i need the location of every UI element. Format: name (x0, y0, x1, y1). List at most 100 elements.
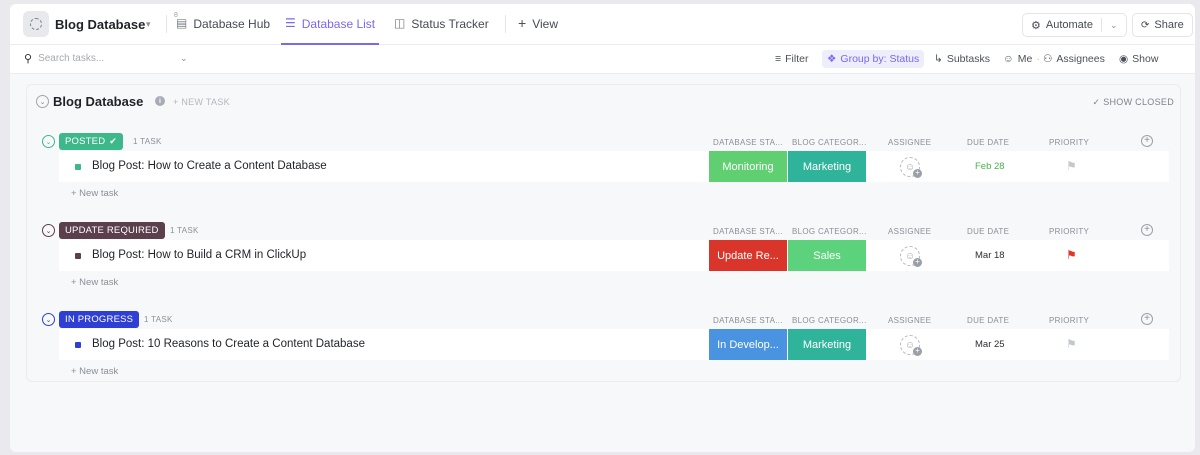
filter-icon: ≡ (775, 53, 782, 65)
priority-flag-icon[interactable]: ⚑ (1066, 159, 1077, 173)
automate-label: Automate (1045, 19, 1093, 31)
blog-category-cell[interactable]: Marketing (788, 329, 866, 360)
search-icon: ⚲ (24, 53, 33, 65)
column-header-db-status[interactable]: DATABASE STA... (713, 316, 783, 325)
add-task-link[interactable]: + New task (71, 366, 118, 377)
database-status-cell[interactable]: Update Re... (709, 240, 787, 271)
table-row[interactable]: Blog Post: 10 Reasons to Create a Conten… (59, 329, 1169, 360)
plus-icon: + (913, 258, 922, 267)
column-header-assignee[interactable]: ASSIGNEE (888, 316, 931, 325)
board-icon: ◫ (394, 16, 406, 30)
column-header-blog-category[interactable]: BLOG CATEGOR... (792, 227, 867, 236)
collapse-group-icon[interactable]: ⌄ (42, 135, 55, 148)
status-pill[interactable]: UPDATE REQUIRED (59, 222, 165, 239)
column-header-due-date[interactable]: DUE DATE (967, 138, 1009, 147)
table-row[interactable]: Blog Post: How to Build a CRM in ClickUp… (59, 240, 1169, 271)
show-button[interactable]: ◉ Show (1119, 53, 1158, 65)
assignees-button[interactable]: ⚇ Assignees (1043, 53, 1105, 65)
database-status-cell[interactable]: In Develop... (709, 329, 787, 360)
task-name[interactable]: Blog Post: How to Build a CRM in ClickUp (92, 249, 306, 261)
tab-badge: 8 (174, 12, 178, 19)
add-view-button[interactable]: + View (518, 16, 558, 45)
column-header-due-date[interactable]: DUE DATE (967, 316, 1009, 325)
collapse-group-icon[interactable]: ⌄ (42, 313, 55, 326)
column-header-db-status[interactable]: DATABASE STA... (713, 138, 783, 147)
column-header-assignee[interactable]: ASSIGNEE (888, 227, 931, 236)
add-column-icon[interactable]: + (1141, 135, 1153, 147)
status-group: ⌄ IN PROGRESS 1 TASK DATABASE STA... BLOG CA… (27, 311, 1180, 389)
tab-status-tracker[interactable]: ◫ Status Tracker (394, 17, 489, 45)
task-count: 1 TASK (133, 137, 162, 146)
task-count: 1 TASK (170, 226, 199, 235)
share-label: Share (1154, 19, 1184, 31)
list-title: Blog Database (53, 94, 144, 109)
me-button[interactable]: ☺ Me · (1003, 53, 1040, 65)
share-button[interactable]: ⟳ Share (1132, 13, 1193, 37)
chevron-down-icon[interactable]: ⌄ (180, 53, 188, 64)
loading-circle-icon (30, 18, 42, 30)
app-window: Blog Database ▾ 8 ▤ Database Hub ☰ Datab… (10, 4, 1195, 452)
column-header-blog-category[interactable]: BLOG CATEGOR... (792, 316, 867, 325)
tab-label: Database List (301, 17, 376, 31)
info-icon[interactable]: i (155, 96, 165, 106)
add-column-icon[interactable]: + (1141, 313, 1153, 325)
status-pill[interactable]: IN PROGRESS (59, 311, 140, 328)
add-column-icon[interactable]: + (1141, 224, 1153, 236)
assignee-avatar[interactable]: ☺ + (900, 157, 922, 178)
tab-label: Status Tracker (411, 17, 489, 31)
add-task-link[interactable]: + New task (71, 188, 118, 199)
table-row[interactable]: Blog Post: How to Create a Content Datab… (59, 151, 1169, 182)
column-header-due-date[interactable]: DUE DATE (967, 227, 1009, 236)
column-header-priority[interactable]: PRIORITY (1049, 227, 1089, 236)
search-box[interactable]: ⚲ (24, 52, 179, 65)
header-bar: Blog Database ▾ 8 ▤ Database Hub ☰ Datab… (10, 4, 1195, 45)
column-header-blog-category[interactable]: BLOG CATEGOR... (792, 138, 867, 147)
layers-icon: ❖ (827, 53, 837, 65)
group-by-button[interactable]: ❖ Group by: Status (822, 50, 925, 68)
due-date[interactable]: Mar 18 (975, 250, 1005, 261)
workspace-title[interactable]: Blog Database (55, 17, 145, 32)
search-input[interactable] (38, 53, 179, 64)
tab-database-list[interactable]: ☰ Database List (280, 16, 380, 45)
chevron-down-icon[interactable]: ▾ (146, 19, 151, 30)
plus-icon: + (913, 169, 922, 178)
workspace-icon[interactable] (23, 11, 49, 37)
database-status-cell[interactable]: Monitoring (709, 151, 787, 182)
automate-button[interactable]: ⚙ Automate ⌄ (1022, 13, 1127, 37)
add-task-link[interactable]: + New task (71, 277, 118, 288)
tab-label: Database Hub (193, 17, 271, 31)
status-group: ⌄ UPDATE REQUIRED 1 TASK DATABASE STA... BLO… (27, 222, 1180, 300)
due-date[interactable]: Feb 28 (975, 161, 1005, 172)
task-count: 1 TASK (144, 315, 173, 324)
blog-category-cell[interactable]: Marketing (788, 151, 866, 182)
users-icon: ⚇ (1043, 53, 1053, 65)
filter-label: Filter (785, 53, 809, 65)
collapse-group-icon[interactable]: ⌄ (42, 224, 55, 237)
status-pill[interactable]: POSTED ✔ (59, 133, 124, 150)
chevron-down-icon: ⌄ (1109, 19, 1118, 30)
task-name[interactable]: Blog Post: How to Create a Content Datab… (92, 160, 327, 172)
column-header-db-status[interactable]: DATABASE STA... (713, 227, 783, 236)
new-task-button[interactable]: + NEW TASK (173, 97, 230, 107)
priority-flag-icon[interactable]: ⚑ (1066, 337, 1077, 351)
tab-database-hub[interactable]: 8 ▤ Database Hub (174, 12, 271, 45)
collapse-list-icon[interactable]: ⌄ (36, 95, 49, 108)
column-header-assignee[interactable]: ASSIGNEE (888, 138, 931, 147)
column-header-priority[interactable]: PRIORITY (1049, 138, 1089, 147)
show-closed-label: SHOW CLOSED (1103, 97, 1174, 107)
task-name[interactable]: Blog Post: 10 Reasons to Create a Conten… (92, 338, 365, 350)
toolbar: ⚲ ⌄ ≡ Filter ❖ Group by: Status ↳ Subtas… (10, 45, 1195, 74)
blog-category-cell[interactable]: Sales (788, 240, 866, 271)
status-label: POSTED (65, 136, 106, 147)
column-header-priority[interactable]: PRIORITY (1049, 316, 1089, 325)
assignee-avatar[interactable]: ☺ + (900, 335, 922, 356)
me-label: Me (1017, 53, 1033, 65)
due-date[interactable]: Mar 25 (975, 339, 1005, 350)
priority-flag-icon[interactable]: ⚑ (1066, 248, 1077, 262)
show-closed-button[interactable]: ✓ SHOW CLOSED (1093, 97, 1174, 108)
assignee-avatar[interactable]: ☺ + (900, 246, 922, 267)
subtasks-button[interactable]: ↳ Subtasks (934, 53, 990, 65)
list-icon: ☰ (285, 16, 296, 30)
filter-button[interactable]: ≡ Filter (775, 53, 808, 65)
assignees-label: Assignees (1056, 53, 1105, 65)
